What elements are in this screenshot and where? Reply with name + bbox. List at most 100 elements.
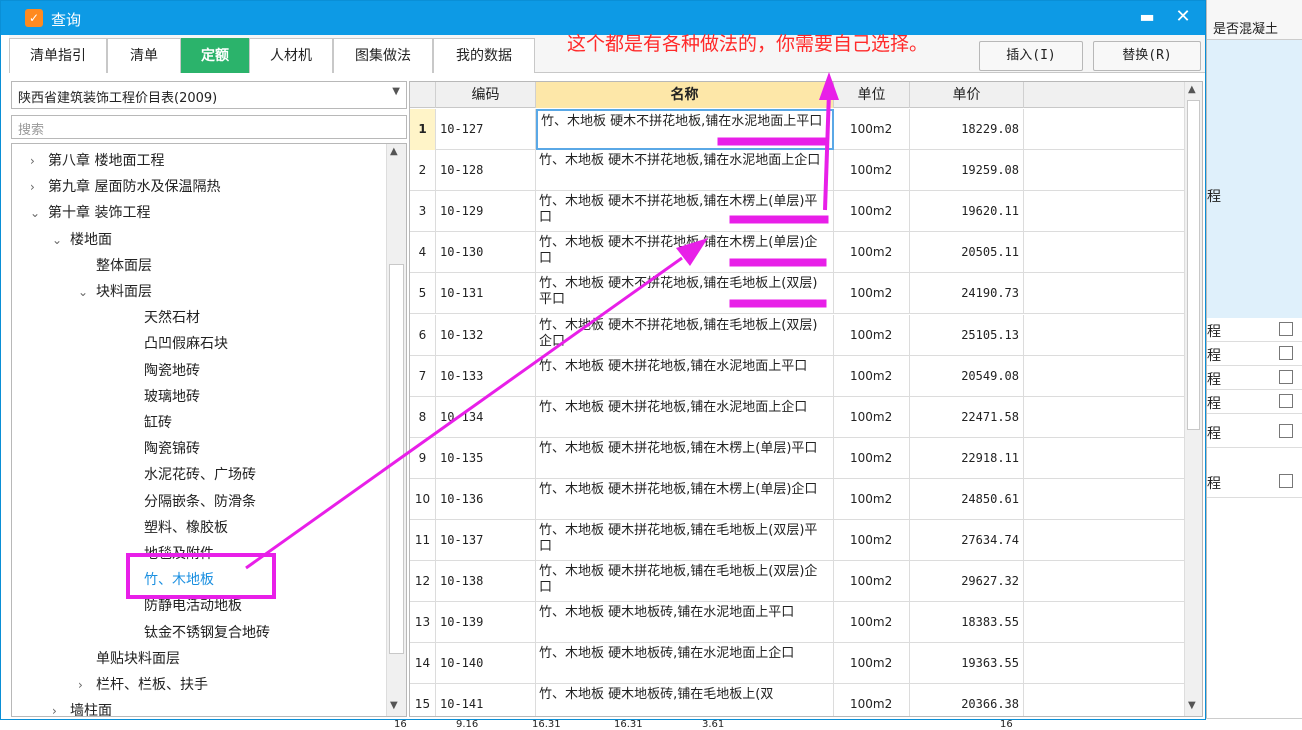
tree-item[interactable]: 陶瓷锦砖 bbox=[144, 436, 200, 462]
row-price: 20366.38 bbox=[910, 684, 1024, 716]
table-row[interactable]: 5 10-131 竹、木地板 硬木不拼花地板,铺在毛地板上(双层)平口 100m2 24… bbox=[410, 273, 1184, 315]
tab-list-guide[interactable]: 清单指引 bbox=[9, 38, 107, 73]
scroll-up-icon[interactable]: ▲ bbox=[1188, 84, 1196, 95]
tree-item[interactable]: 单贴块料面层 bbox=[96, 646, 180, 672]
tree-item-label: 第八章 楼地面工程 bbox=[48, 153, 165, 169]
checkbox[interactable] bbox=[1279, 370, 1293, 384]
row-unit: 100m2 bbox=[834, 520, 910, 561]
annotation-text: 这个都是有各种做法的，你需要自己选择。 bbox=[567, 33, 929, 55]
grid-scroll-thumb[interactable] bbox=[1187, 100, 1200, 430]
tree-item[interactable]: 玻璃地砖 bbox=[144, 384, 200, 410]
tree-item[interactable]: 分隔嵌条、防滑条 bbox=[144, 489, 256, 515]
chevron-down-icon[interactable]: ⌄ bbox=[30, 200, 48, 226]
tab-my-data[interactable]: 我的数据 bbox=[433, 38, 535, 73]
insert-button[interactable]: 插入(I) bbox=[979, 41, 1083, 71]
tree-item[interactable]: 凸凹假麻石块 bbox=[144, 331, 228, 357]
checkbox[interactable] bbox=[1279, 322, 1293, 336]
tree-item[interactable]: 钛金不锈钢复合地砖 bbox=[144, 620, 270, 646]
replace-button[interactable]: 替换(R) bbox=[1093, 41, 1201, 71]
app-logo-icon: ✓ bbox=[25, 9, 43, 27]
table-row[interactable]: 7 10-133 竹、木地板 硬木拼花地板,铺在水泥地面上平口 100m2 20549.… bbox=[410, 355, 1184, 397]
tree-item[interactable]: 地毯及附件 bbox=[144, 541, 214, 567]
close-icon[interactable]: ✕ bbox=[1171, 6, 1195, 28]
checkbox[interactable] bbox=[1279, 474, 1293, 488]
row-code: 10-134 bbox=[436, 396, 536, 438]
table-row[interactable]: 2 10-128 竹、木地板 硬木不拼花地板,铺在水泥地面上企口 100m2 19259… bbox=[410, 150, 1184, 192]
tree-item[interactable]: › 第八章 楼地面工程 bbox=[30, 148, 164, 174]
table-row[interactable]: 1 10-127 竹、木地板 硬木不拼花地板,铺在水泥地面上平口 100m2 18229… bbox=[410, 109, 1184, 150]
scroll-down-icon[interactable]: ▼ bbox=[390, 700, 398, 711]
tree-item[interactable]: › 墙柱面 bbox=[52, 698, 112, 716]
tree-item[interactable]: 竹、木地板 bbox=[144, 567, 214, 593]
tab-list[interactable]: 清单 bbox=[107, 38, 181, 73]
tree-item[interactable]: 防静电活动地板 bbox=[144, 593, 242, 619]
tree-item[interactable]: › 第九章 屋面防水及保温隔热 bbox=[30, 174, 220, 200]
row-price: 18229.08 bbox=[910, 109, 1024, 150]
search-input[interactable]: 搜索 bbox=[11, 115, 407, 139]
tree-item[interactable]: ⌄ 块料面层 bbox=[78, 279, 152, 305]
row-code: 10-138 bbox=[436, 561, 536, 603]
table-row[interactable]: 3 10-129 竹、木地板 硬木不拼花地板,铺在木楞上(单层)平口 100m2 196… bbox=[410, 191, 1184, 233]
row-index: 15 bbox=[410, 684, 436, 716]
tree-item-label: 分隔嵌条、防滑条 bbox=[144, 493, 256, 510]
table-row[interactable]: 9 10-135 竹、木地板 硬木拼花地板,铺在木楞上(单层)平口 100m2 2291… bbox=[410, 437, 1184, 479]
tab-labor-material-machine[interactable]: 人材机 bbox=[249, 38, 333, 73]
tree-item-label: 玻璃地砖 bbox=[144, 388, 200, 405]
table-row[interactable]: 10 10-136 竹、木地板 硬木拼花地板,铺在木楞上(单层)企口 100m2 248… bbox=[410, 478, 1184, 520]
tree-item[interactable]: › 栏杆、栏板、扶手 bbox=[78, 672, 208, 698]
table-row[interactable]: 6 10-132 竹、木地板 硬木不拼花地板,铺在毛地板上(双层)企口 100m2 25… bbox=[410, 314, 1184, 356]
library-select[interactable]: 陕西省建筑装饰工程价目表(2009) ▼ bbox=[11, 81, 407, 109]
tree-item-label: 地毯及附件 bbox=[144, 546, 214, 562]
tree-scrollbar[interactable]: ▲ ▼ bbox=[386, 144, 406, 716]
tree-item[interactable]: 陶瓷地砖 bbox=[144, 358, 200, 384]
scroll-up-icon[interactable]: ▲ bbox=[390, 146, 398, 157]
row-code: 10-127 bbox=[436, 109, 536, 150]
tree-item-label: 栏杆、栏板、扶手 bbox=[96, 677, 208, 693]
table-row[interactable]: 15 10-141 竹、木地板 硬木地板砖,铺在毛地板上(双 100m2 20366.3… bbox=[410, 684, 1184, 716]
chevron-right-icon[interactable]: › bbox=[52, 698, 70, 716]
tree-item[interactable]: ⌄ 第十章 装饰工程 bbox=[30, 200, 150, 226]
tree-item[interactable]: 水泥花砖、广场砖 bbox=[144, 462, 256, 488]
background-row: 程 bbox=[1207, 420, 1302, 448]
checkbox[interactable] bbox=[1279, 394, 1293, 408]
header-unit[interactable]: 单位 bbox=[834, 82, 910, 108]
tree-item[interactable]: 塑料、橡胶板 bbox=[144, 515, 228, 541]
background-selected-area: 程 bbox=[1207, 40, 1302, 318]
table-row[interactable]: 4 10-130 竹、木地板 硬木不拼花地板,铺在木楞上(单层)企口 100m2 205… bbox=[410, 232, 1184, 274]
row-code: 10-130 bbox=[436, 232, 536, 274]
tab-quota[interactable]: 定额 bbox=[181, 38, 249, 73]
grid-scrollbar[interactable]: ▲ ▼ bbox=[1184, 82, 1202, 716]
minimize-icon[interactable]: ▬ bbox=[1135, 6, 1159, 28]
tree-item[interactable]: 缸砖 bbox=[144, 410, 172, 436]
tree-item[interactable]: 天然石材 bbox=[144, 305, 200, 331]
chevron-right-icon[interactable]: › bbox=[78, 672, 96, 698]
row-index: 4 bbox=[410, 232, 436, 274]
table-row[interactable]: 11 10-137 竹、木地板 硬木拼花地板,铺在毛地板上(双层)平口 100m2 27… bbox=[410, 520, 1184, 561]
table-row[interactable]: 13 10-139 竹、木地板 硬木地板砖,铺在水泥地面上平口 100m2 18383.… bbox=[410, 602, 1184, 644]
checkbox[interactable] bbox=[1279, 346, 1293, 360]
table-row[interactable]: 14 10-140 竹、木地板 硬木地板砖,铺在水泥地面上企口 100m2 19363.… bbox=[410, 643, 1184, 685]
chevron-down-icon[interactable]: ⌄ bbox=[52, 227, 70, 253]
row-code: 10-140 bbox=[436, 643, 536, 685]
chevron-right-icon[interactable]: › bbox=[30, 174, 48, 200]
tree-item-label: 第十章 装饰工程 bbox=[48, 205, 151, 222]
header-code[interactable]: 编码 bbox=[436, 82, 536, 108]
chevron-right-icon[interactable]: › bbox=[30, 148, 48, 174]
table-row[interactable]: 8 10-134 竹、木地板 硬木拼花地板,铺在水泥地面上企口 100m2 22471.… bbox=[410, 396, 1184, 438]
header-price[interactable]: 单价 bbox=[910, 82, 1024, 108]
tab-atlas-methods[interactable]: 图集做法 bbox=[333, 38, 433, 73]
row-index: 14 bbox=[410, 643, 436, 685]
table-row[interactable]: 12 10-138 竹、木地板 硬木拼花地板,铺在毛地板上(双层)企口 100m2 29… bbox=[410, 561, 1184, 603]
chevron-down-icon[interactable]: ⌄ bbox=[78, 279, 96, 305]
header-name[interactable]: 名称 bbox=[536, 82, 834, 108]
tree-item[interactable]: 整体面层 bbox=[96, 253, 152, 279]
tree-scroll-thumb[interactable] bbox=[389, 264, 404, 654]
tree-item[interactable]: ⌄ 楼地面 bbox=[52, 227, 112, 253]
row-code: 10-129 bbox=[436, 191, 536, 233]
scroll-down-icon[interactable]: ▼ bbox=[1188, 700, 1196, 711]
row-code: 10-141 bbox=[436, 684, 536, 716]
row-index: 3 bbox=[410, 191, 436, 233]
checkbox[interactable] bbox=[1279, 424, 1293, 438]
row-name: 竹、木地板 硬木拼花地板,铺在毛地板上(双层)平口 bbox=[536, 520, 834, 561]
row-unit: 100m2 bbox=[834, 191, 910, 233]
